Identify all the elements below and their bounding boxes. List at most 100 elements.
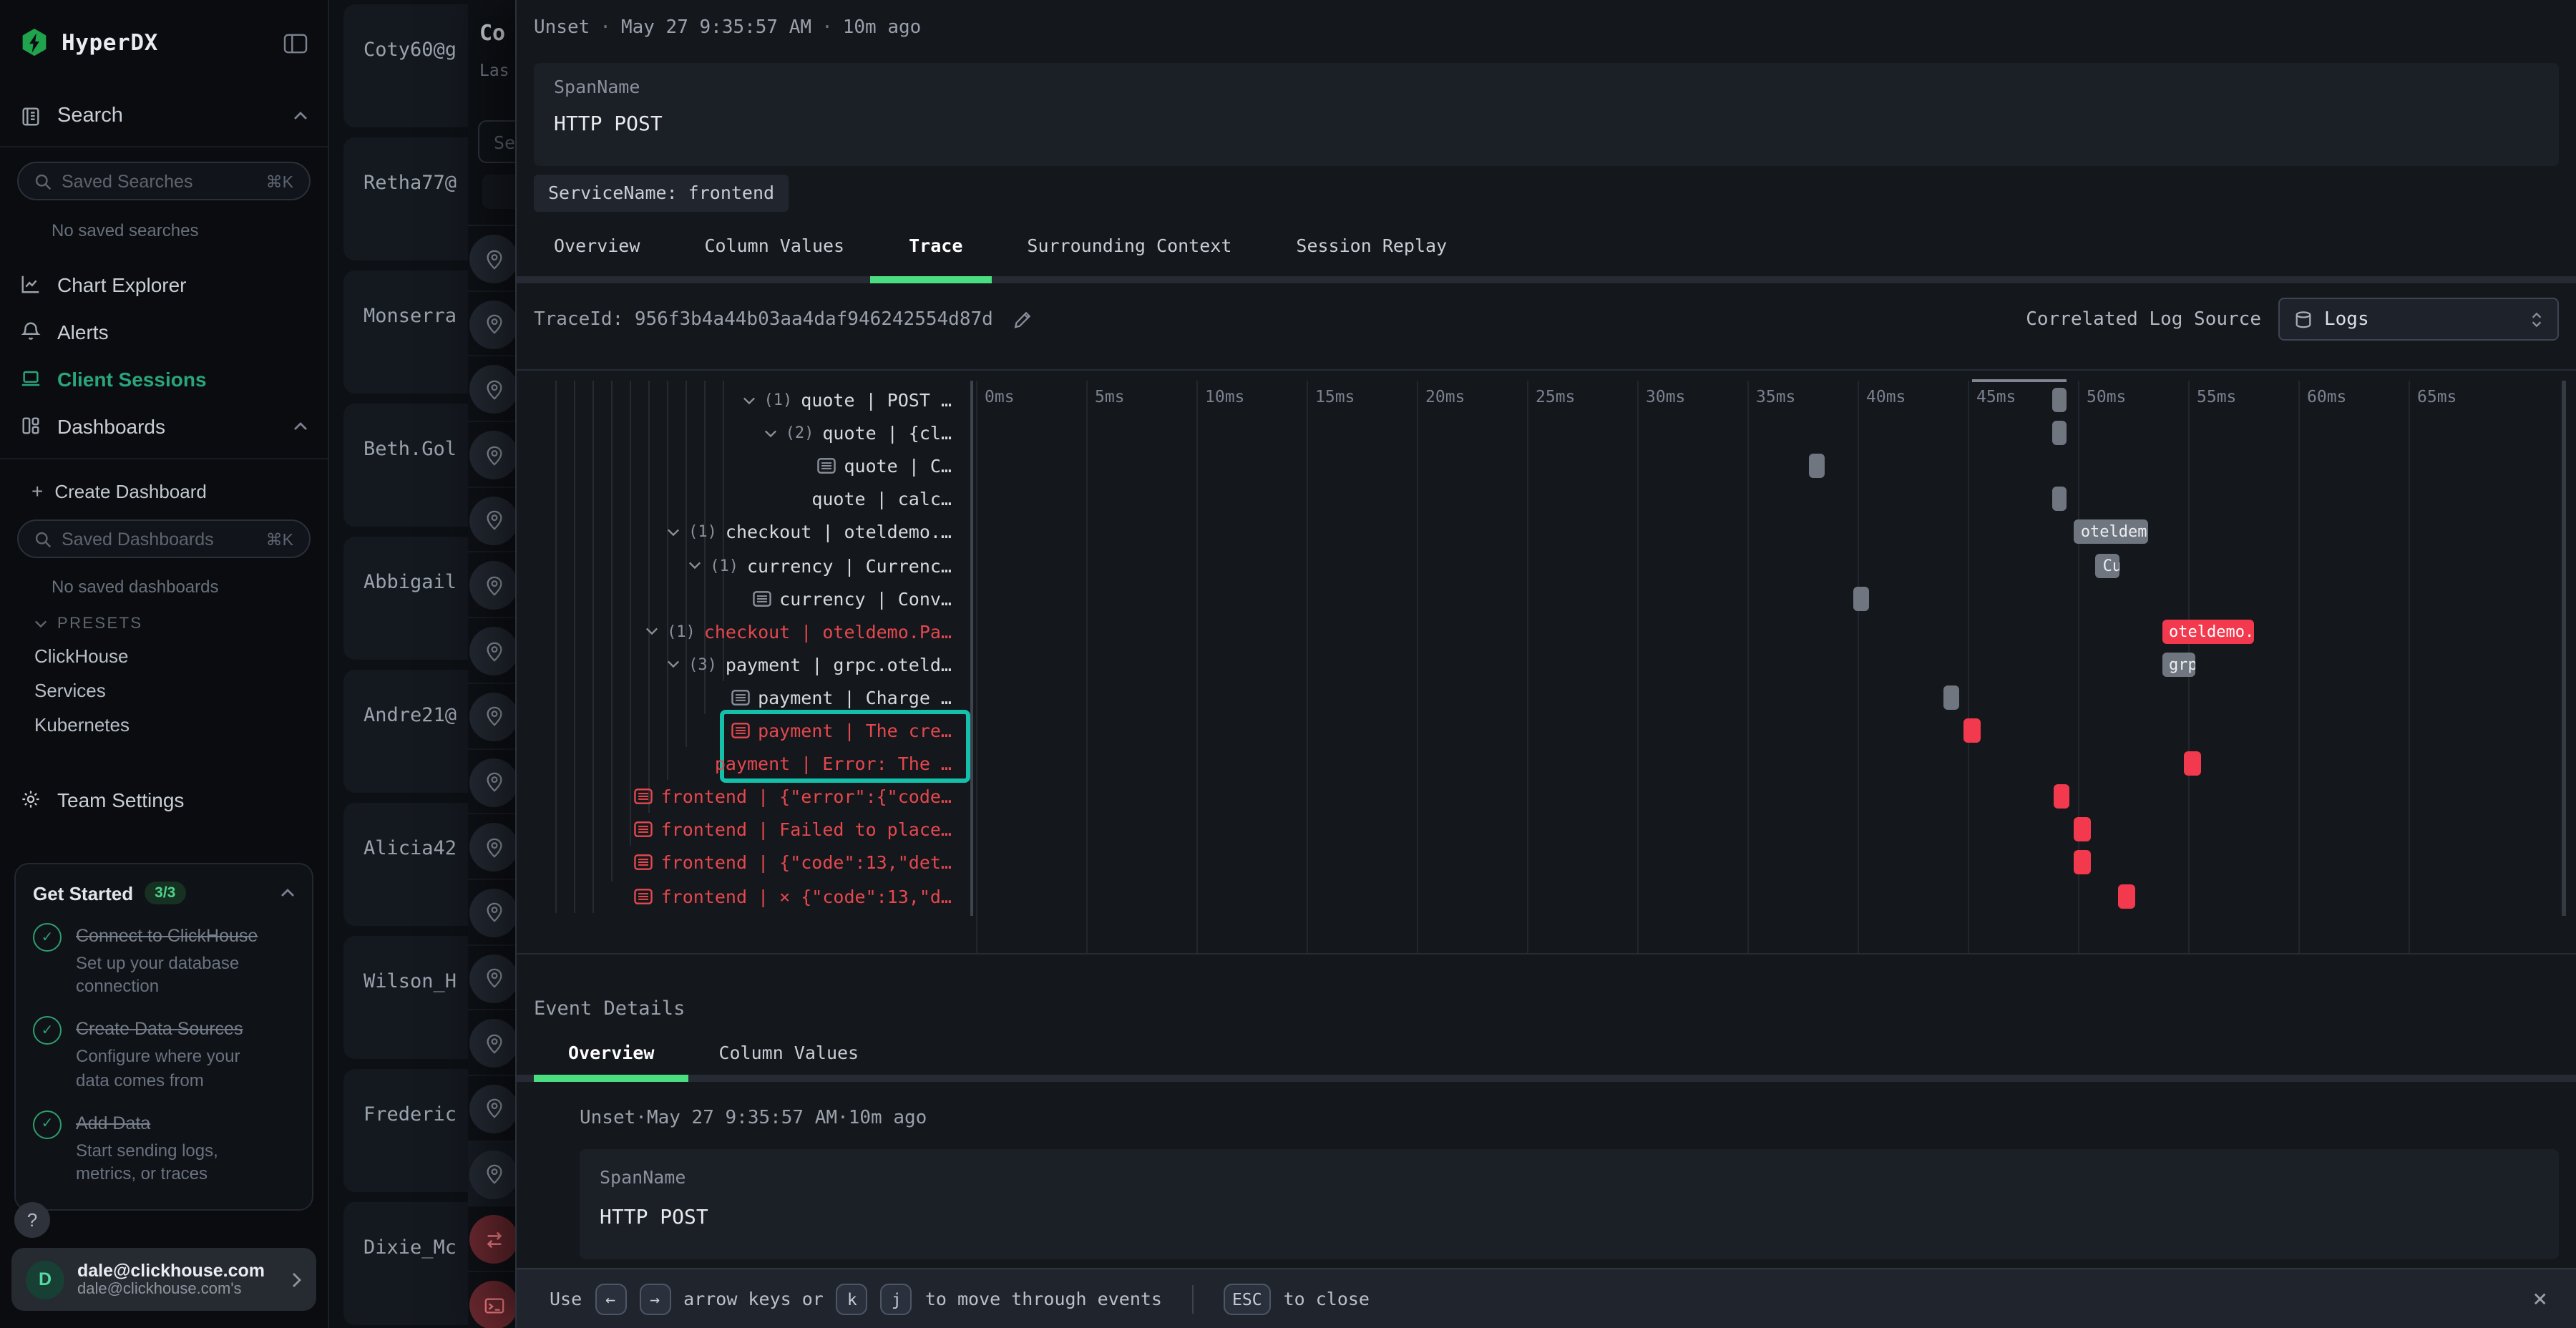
trace-span-bar[interactable]: Cu (2096, 553, 2120, 577)
chevron-up-icon[interactable] (280, 889, 295, 897)
sidebar-item-chart-explorer[interactable]: Chart Explorer (0, 260, 328, 308)
trace-span-row[interactable]: currency | Conv… (517, 582, 970, 615)
chevron-down-icon[interactable] (688, 561, 701, 570)
k-key[interactable]: k (836, 1283, 868, 1314)
trace-span-row[interactable]: quote | C… (517, 449, 970, 482)
tab-overview[interactable]: Overview (554, 235, 640, 256)
session-event-row[interactable] (468, 226, 515, 291)
tab-surrounding-context[interactable]: Surrounding Context (1027, 235, 1231, 256)
saved-searches-input[interactable]: Saved Searches ⌘K (17, 162, 311, 200)
session-card[interactable]: Dixie_Mc (343, 1202, 468, 1325)
saved-dashboards-input[interactable]: Saved Dashboards ⌘K (17, 519, 311, 558)
trace-span-row[interactable]: (1)quote | POST … (517, 384, 970, 416)
trace-span-bar[interactable] (1963, 718, 1981, 743)
session-event-row[interactable] (468, 1076, 515, 1141)
trace-span-row[interactable]: frontend | × {"code":13,"d… (517, 879, 970, 912)
trace-span-bar[interactable] (2051, 421, 2067, 445)
session-event-row[interactable] (468, 422, 515, 487)
trace-span-bar[interactable] (2054, 784, 2069, 809)
trace-span-row[interactable]: (2)quote | {cl… (517, 416, 970, 449)
preset-kubernetes[interactable]: Kubernetes (0, 714, 328, 736)
presets-header[interactable]: PRESETS (34, 615, 328, 633)
event-details-tab-column-values[interactable]: Column Values (718, 1042, 859, 1063)
session-event-row[interactable] (468, 1141, 515, 1206)
trace-span-bar[interactable] (2184, 751, 2202, 776)
trace-span-row[interactable]: payment | The cre… (517, 714, 970, 747)
session-error-event-row[interactable] (468, 1272, 515, 1328)
session-card[interactable]: Andre21@ (343, 670, 468, 793)
session-event-row[interactable] (468, 1011, 515, 1076)
tab-trace[interactable]: Trace (909, 235, 962, 256)
trace-span-row[interactable]: payment | Error: The … (517, 747, 970, 780)
trace-span-row[interactable]: frontend | {"code":13,"det… (517, 846, 970, 879)
events-search-input[interactable]: Se (478, 120, 515, 163)
sidebar-item-dashboards[interactable]: Dashboards (0, 402, 328, 449)
session-event-row[interactable] (468, 618, 515, 683)
chevron-down-icon[interactable] (667, 528, 680, 537)
sidebar-item-alerts[interactable]: Alerts (0, 308, 328, 355)
tab-column-values[interactable]: Column Values (704, 235, 844, 256)
session-card[interactable]: Wilson_H (343, 936, 468, 1059)
trace-span-bar[interactable]: oteldemo. (2074, 520, 2149, 545)
tree-timeline-divider[interactable] (970, 381, 973, 916)
session-card[interactable]: Coty60@g (343, 4, 468, 127)
trace-span-bar[interactable] (2074, 818, 2092, 842)
session-event-row[interactable] (468, 684, 515, 749)
trace-span-bar[interactable] (1809, 454, 1825, 478)
user-menu[interactable]: D dale@clickhouse.com dale@clickhouse.co… (11, 1248, 316, 1311)
trace-span-bar[interactable] (2117, 884, 2135, 908)
trace-span-row[interactable]: (1)checkout | oteldemo.… (517, 516, 970, 549)
chevron-down-icon[interactable] (764, 429, 777, 437)
create-dashboard-button[interactable]: + Create Dashboard (31, 479, 328, 502)
chevron-down-icon[interactable] (667, 660, 680, 669)
session-event-row[interactable] (468, 291, 515, 356)
trace-span-row[interactable]: (1)currency | Currenc… (517, 549, 970, 582)
sidebar-item-team-settings[interactable]: Team Settings (0, 776, 328, 823)
trace-span-bar[interactable] (2074, 851, 2092, 875)
session-event-row[interactable] (468, 553, 515, 618)
help-button[interactable]: ? (14, 1202, 50, 1238)
trace-span-bar[interactable] (2051, 487, 2067, 512)
sidebar-item-client-sessions[interactable]: Client Sessions (0, 355, 328, 402)
session-error-event-row[interactable] (468, 1207, 515, 1272)
trace-span-bar[interactable]: grpc (2162, 653, 2195, 677)
get-started-item[interactable]: ✓Connect to ClickHouseSet up your databa… (33, 923, 295, 998)
events-button[interactable] (482, 175, 515, 209)
edit-pencil-icon[interactable] (1013, 310, 1032, 328)
trace-span-row[interactable]: quote | calc… (517, 483, 970, 516)
trace-span-row[interactable]: frontend | Failed to place… (517, 814, 970, 846)
session-event-row[interactable] (468, 749, 515, 814)
service-name-chip[interactable]: ServiceName: frontend (534, 175, 789, 212)
session-card[interactable]: Alicia42 (343, 803, 468, 926)
session-card[interactable]: Frederic (343, 1069, 468, 1192)
esc-key[interactable]: ESC (1224, 1283, 1271, 1314)
session-event-row[interactable] (468, 357, 515, 422)
session-event-row[interactable] (468, 880, 515, 945)
preset-services[interactable]: Services (0, 680, 328, 701)
trace-span-bar[interactable] (1943, 685, 1959, 710)
get-started-item[interactable]: ✓Add DataStart sending logs, metrics, or… (33, 1110, 295, 1186)
session-card[interactable]: Abbigail (343, 537, 468, 660)
chevron-down-icon[interactable] (645, 627, 658, 635)
trace-span-row[interactable]: (1)checkout | oteldemo.Pa… (517, 615, 970, 648)
trace-span-row[interactable]: frontend | {"error":{"code… (517, 780, 970, 813)
session-event-row[interactable] (468, 814, 515, 879)
trace-span-row[interactable]: (3)payment | grpc.oteld… (517, 648, 970, 681)
get-started-item[interactable]: ✓Create Data SourcesConfigure where your… (33, 1017, 295, 1092)
arrow-right-key[interactable]: → (639, 1283, 670, 1314)
session-event-row[interactable] (468, 945, 515, 1010)
tab-session-replay[interactable]: Session Replay (1296, 235, 1447, 256)
trace-span-row[interactable]: payment | Charge … (517, 681, 970, 714)
j-key[interactable]: j (881, 1283, 912, 1314)
preset-clickhouse[interactable]: ClickHouse (0, 645, 328, 667)
trace-span-bar[interactable]: oteldemo. (2162, 619, 2254, 643)
event-details-tab-overview[interactable]: Overview (568, 1042, 654, 1063)
session-event-row[interactable] (468, 488, 515, 553)
sidebar-section-search[interactable]: Search (0, 97, 328, 135)
close-icon[interactable]: × (2533, 1284, 2548, 1313)
log-source-select[interactable]: Logs (2278, 298, 2559, 341)
arrow-left-key[interactable]: ← (595, 1283, 626, 1314)
chevron-down-icon[interactable] (743, 396, 756, 404)
waterfall-scrollbar[interactable] (2562, 381, 2566, 916)
session-card[interactable]: Beth.Gol (343, 404, 468, 527)
